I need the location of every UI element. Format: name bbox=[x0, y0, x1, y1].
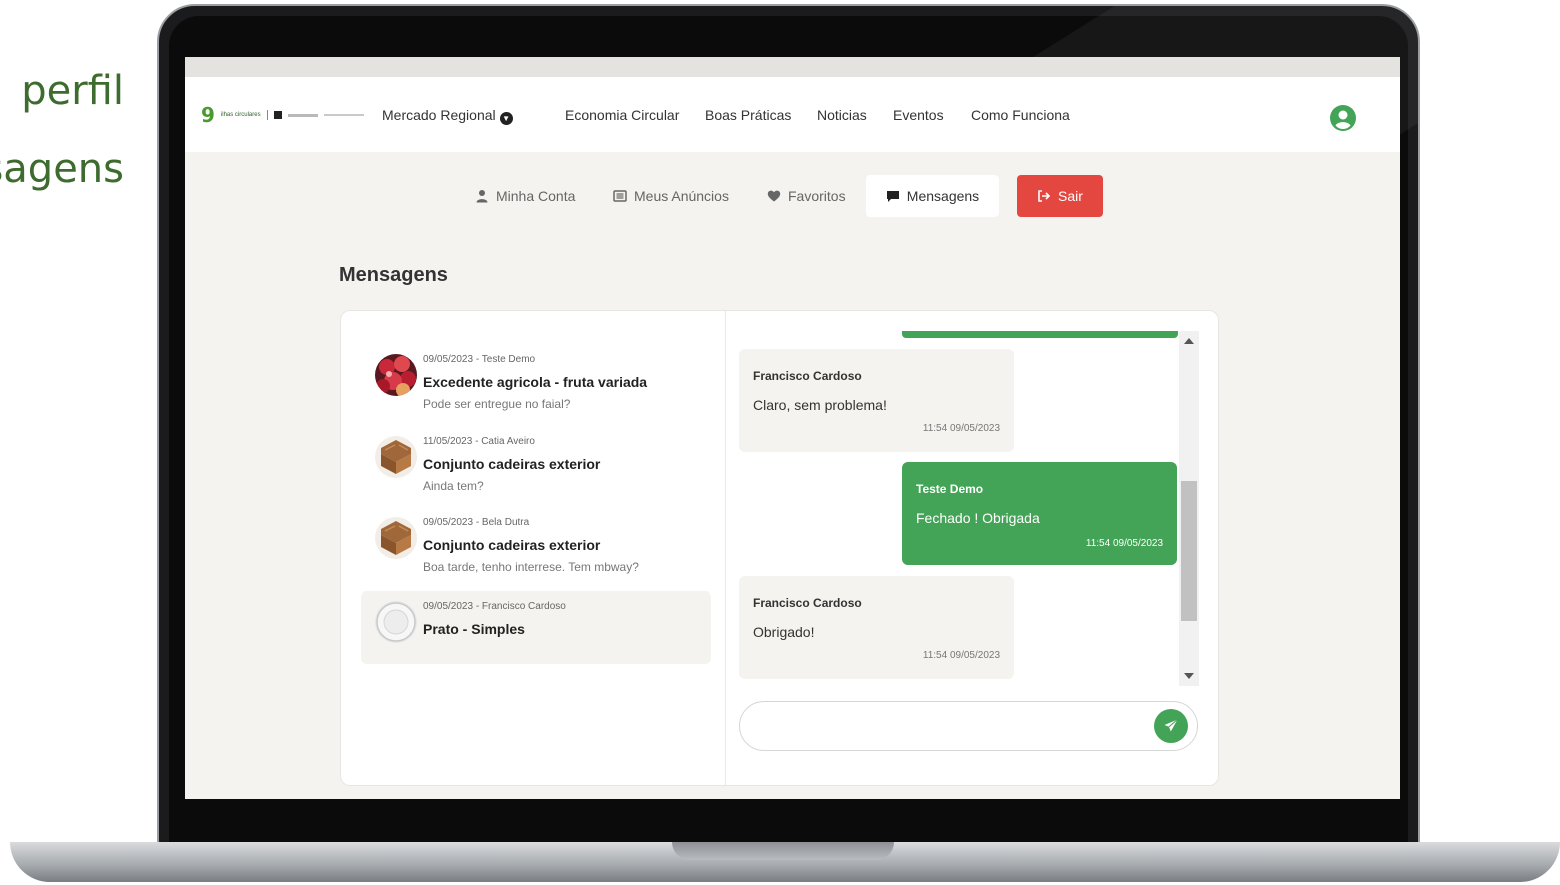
message-composer bbox=[739, 701, 1198, 751]
page-title: Mensagens bbox=[339, 264, 448, 286]
messages-card: 09/05/2023 - Teste Demo Excedente agrico… bbox=[340, 310, 1219, 786]
send-icon bbox=[1164, 719, 1178, 732]
message-sender: Francisco Cardoso bbox=[753, 596, 862, 610]
message-sender: Teste Demo bbox=[916, 482, 984, 496]
message-bubble-incoming: Francisco Cardoso Obrigado! 11:54 09/05/… bbox=[739, 576, 1014, 679]
message-bubble-incoming: Francisco Cardoso Claro, sem problema! 1… bbox=[739, 349, 1014, 452]
nav-boas-praticas[interactable]: Boas Práticas bbox=[705, 107, 791, 123]
conversation-title: Prato - Simples bbox=[423, 621, 525, 637]
message-text: Obrigado! bbox=[753, 624, 815, 640]
user-circle-icon[interactable] bbox=[1330, 105, 1356, 131]
message-text: Fechado ! Obrigada bbox=[916, 510, 1040, 526]
chevron-down-circle-icon: ▼ bbox=[499, 112, 513, 125]
subnav-meus-anuncios-label: Meus Anúncios bbox=[634, 188, 729, 204]
conversation-meta: 09/05/2023 - Francisco Cardoso bbox=[423, 601, 566, 612]
subnav-favoritos[interactable]: Favoritos bbox=[755, 175, 858, 217]
logout-label: Sair bbox=[1058, 188, 1083, 204]
logout-button[interactable]: Sair bbox=[1017, 175, 1103, 217]
user-icon bbox=[476, 190, 488, 203]
subnav-favoritos-label: Favoritos bbox=[788, 188, 846, 204]
nav-eventos[interactable]: Eventos bbox=[893, 107, 944, 123]
conversation-preview: Ainda tem? bbox=[423, 479, 484, 493]
message-input[interactable] bbox=[758, 712, 1138, 740]
previous-message-edge bbox=[902, 331, 1178, 338]
scroll-up-arrow-icon[interactable] bbox=[1184, 338, 1194, 344]
nav-mercado-regional[interactable]: Mercado Regional ▼ bbox=[382, 107, 513, 125]
panel-divider bbox=[725, 311, 726, 785]
conversation-item-selected[interactable]: 09/05/2023 - Francisco Cardoso Prato - S… bbox=[361, 591, 711, 664]
conversation-title: Conjunto cadeiras exterior bbox=[423, 456, 601, 472]
heart-icon bbox=[767, 190, 781, 202]
logo-partner-bar-2 bbox=[323, 114, 364, 116]
logo-partner-bar bbox=[287, 113, 318, 117]
message-bubble-outgoing: Teste Demo Fechado ! Obrigada 11:54 09/0… bbox=[902, 462, 1177, 565]
logo-separator bbox=[266, 110, 268, 120]
slide-heading-line-2: sagens bbox=[0, 146, 124, 192]
nav-mercado-regional-label: Mercado Regional bbox=[382, 107, 496, 123]
chair-thumbnail bbox=[375, 517, 417, 559]
chat-scrollbar[interactable] bbox=[1179, 331, 1199, 686]
subnav-mensagens-label: Mensagens bbox=[906, 188, 980, 204]
logo-number: 9 bbox=[201, 103, 215, 127]
subnav-meus-anuncios[interactable]: Meus Anúncios bbox=[601, 175, 741, 217]
subnav-mensagens[interactable]: Mensagens bbox=[866, 175, 999, 217]
conversation-meta: 11/05/2023 - Catia Aveiro bbox=[423, 436, 535, 447]
chair-thumbnail bbox=[375, 436, 417, 478]
logo-words: ilhas circulares bbox=[220, 112, 261, 118]
send-button[interactable] bbox=[1154, 709, 1188, 743]
message-time: 11:54 09/05/2023 bbox=[1085, 538, 1163, 549]
conversation-title: Conjunto cadeiras exterior bbox=[423, 537, 601, 553]
scroll-down-arrow-icon[interactable] bbox=[1184, 673, 1194, 679]
chat-icon bbox=[886, 191, 899, 202]
list-icon bbox=[613, 190, 627, 202]
fruit-thumbnail bbox=[375, 354, 417, 396]
laptop-notch bbox=[672, 842, 894, 860]
nav-noticias[interactable]: Noticias bbox=[817, 107, 867, 123]
navbar: 9 ilhas circulares Mercado Regional ▼ Eco… bbox=[185, 77, 1400, 152]
subnav-minha-conta-label: Minha Conta bbox=[496, 188, 576, 204]
browser-strip bbox=[185, 57, 1400, 77]
site-logo[interactable]: 9 ilhas circulares bbox=[201, 105, 364, 125]
app-screen: 9 ilhas circulares Mercado Regional ▼ Eco… bbox=[185, 57, 1400, 799]
message-text: Claro, sem problema! bbox=[753, 397, 887, 413]
message-time: 11:54 09/05/2023 bbox=[922, 423, 1000, 434]
conversation-title: Excedente agricola - fruta variada bbox=[423, 374, 648, 390]
logout-icon bbox=[1038, 190, 1051, 202]
plate-thumbnail bbox=[375, 601, 417, 643]
conversation-preview: Boa tarde, tenho interrese. Tem mbway? bbox=[423, 560, 639, 574]
conversation-item[interactable]: 11/05/2023 - Catia Aveiro Conjunto cadei… bbox=[361, 426, 711, 499]
conversation-meta: 09/05/2023 - Bela Dutra bbox=[423, 517, 530, 528]
message-time: 11:54 09/05/2023 bbox=[922, 650, 1000, 661]
nav-como-funciona[interactable]: Como Funciona bbox=[971, 107, 1070, 123]
subnav-minha-conta[interactable]: Minha Conta bbox=[463, 175, 587, 217]
chat-thread[interactable]: Francisco Cardoso Claro, sem problema! 1… bbox=[739, 331, 1198, 686]
nav-economia-circular[interactable]: Economia Circular bbox=[565, 107, 679, 123]
scroll-thumb[interactable] bbox=[1181, 481, 1197, 621]
conversation-meta: 09/05/2023 - Teste Demo bbox=[423, 354, 536, 365]
conversation-preview: Pode ser entregue no faial? bbox=[423, 397, 571, 411]
conversation-item[interactable]: 09/05/2023 - Bela Dutra Conjunto cadeira… bbox=[361, 507, 711, 580]
slide-heading-line-1: perfil bbox=[21, 68, 124, 114]
logo-partner-mark bbox=[273, 111, 282, 119]
conversation-item[interactable]: 09/05/2023 - Teste Demo Excedente agrico… bbox=[361, 344, 711, 417]
message-sender: Francisco Cardoso bbox=[753, 369, 862, 383]
